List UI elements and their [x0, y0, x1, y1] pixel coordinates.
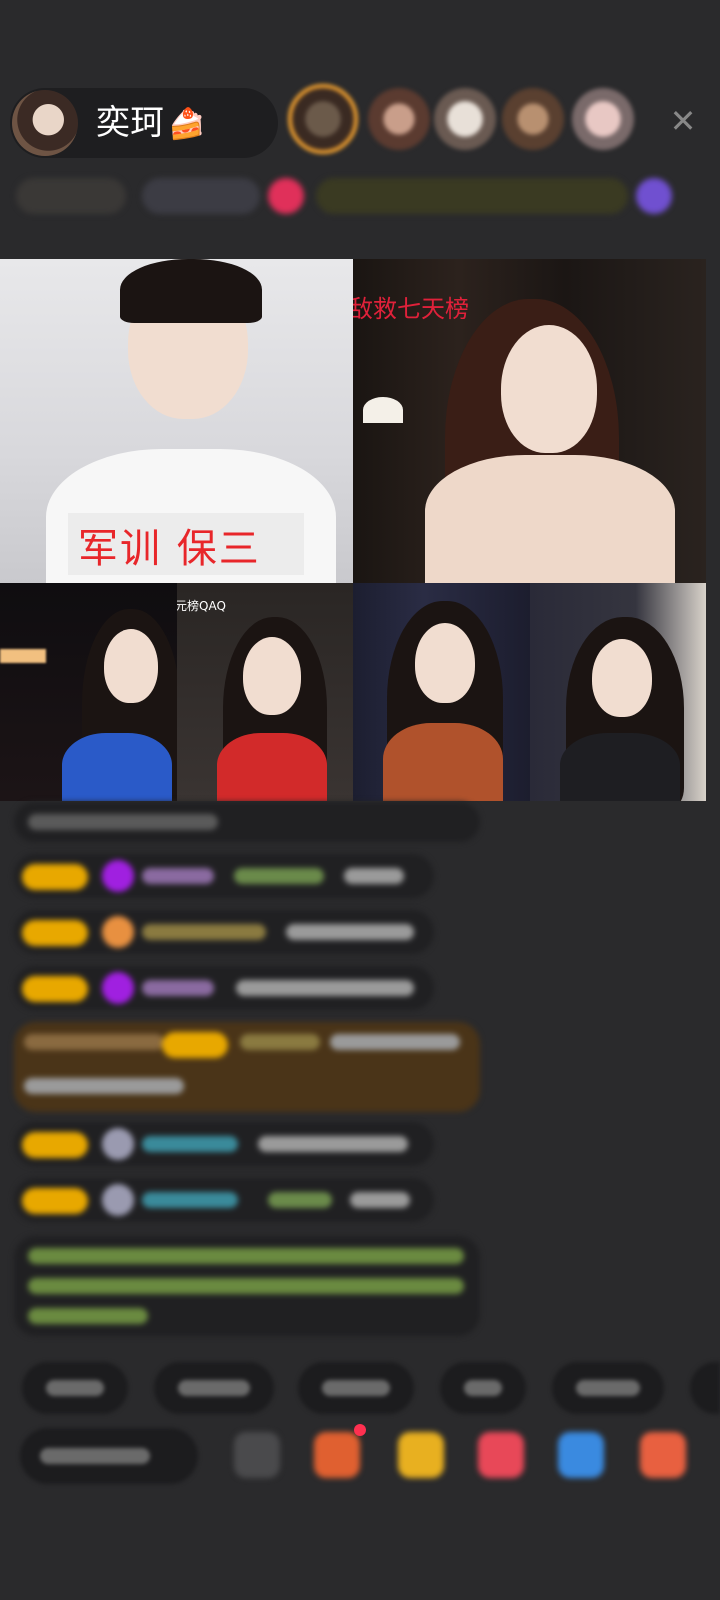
viewer-avatar[interactable]: [434, 88, 496, 150]
chat-message[interactable]: [14, 1178, 434, 1222]
notification-dot: [354, 1424, 366, 1436]
lamp-shape: [363, 397, 403, 423]
video-tile[interactable]: [0, 583, 177, 801]
host-name-text: 奕珂: [96, 103, 164, 143]
quick-reply-chip[interactable]: [552, 1362, 664, 1414]
chat-message[interactable]: [14, 802, 480, 842]
heart-gift-button[interactable]: [478, 1432, 524, 1478]
host-avatar[interactable]: [12, 90, 78, 156]
stage-lights: [0, 649, 46, 663]
gift-bag-button[interactable]: [398, 1432, 444, 1478]
video-tile[interactable]: 元榜QAQ: [177, 583, 353, 801]
video-tile[interactable]: [530, 583, 706, 801]
tile-caption: 军训 保三: [78, 526, 261, 572]
emoji-button[interactable]: [234, 1432, 280, 1478]
tag-chip[interactable]: [142, 178, 260, 214]
quick-reply-chip[interactable]: [690, 1362, 720, 1414]
user-level-badge: [22, 1132, 88, 1158]
chat-message[interactable]: [14, 854, 434, 898]
tile-caption: 敌救七天榜: [353, 295, 469, 323]
host-name: 奕珂 🍰: [96, 104, 205, 144]
viewer-avatar[interactable]: [502, 88, 564, 150]
tag-chip[interactable]: [636, 178, 672, 214]
activity-button[interactable]: [558, 1432, 604, 1478]
top-viewer-avatar[interactable]: [288, 84, 358, 154]
tag-chip[interactable]: [16, 178, 126, 214]
quick-reply-chip[interactable]: [298, 1362, 414, 1414]
gift-button[interactable]: [314, 1432, 360, 1478]
close-icon[interactable]: ✕: [666, 104, 700, 138]
gem-icon: [102, 860, 134, 892]
quick-reply-chip[interactable]: [440, 1362, 526, 1414]
host-info-pill[interactable]: 奕珂 🍰: [10, 88, 278, 158]
video-tile[interactable]: [353, 583, 530, 801]
viewer-avatar[interactable]: [368, 88, 430, 150]
system-notice: [14, 1236, 480, 1336]
comment-input[interactable]: [20, 1428, 198, 1484]
user-avatar: [102, 1184, 134, 1216]
quick-reply-chip[interactable]: [154, 1362, 274, 1414]
user-avatar: [102, 1128, 134, 1160]
room-tags-row: [16, 172, 706, 220]
chat-message-highlight[interactable]: [14, 1022, 480, 1112]
user-level-badge: [22, 864, 88, 890]
user-avatar: [102, 916, 134, 948]
tag-chip[interactable]: [316, 178, 628, 214]
more-button[interactable]: [640, 1432, 686, 1478]
video-tile[interactable]: 军训 保三: [0, 259, 353, 583]
video-tile[interactable]: 敌救七天榜: [353, 259, 706, 583]
user-level-badge: [22, 976, 88, 1002]
viewer-avatar[interactable]: [572, 88, 634, 150]
tile-caption: 元榜QAQ: [177, 599, 226, 613]
chat-message[interactable]: [14, 910, 434, 954]
chat-message[interactable]: [14, 1122, 434, 1166]
user-level-badge: [22, 920, 88, 946]
tag-chip[interactable]: [268, 178, 304, 214]
gem-icon: [102, 972, 134, 1004]
cake-icon: 🍰: [168, 107, 206, 142]
user-level-badge: [22, 1188, 88, 1214]
chat-message[interactable]: [14, 966, 434, 1010]
quick-reply-chip[interactable]: [22, 1362, 128, 1414]
